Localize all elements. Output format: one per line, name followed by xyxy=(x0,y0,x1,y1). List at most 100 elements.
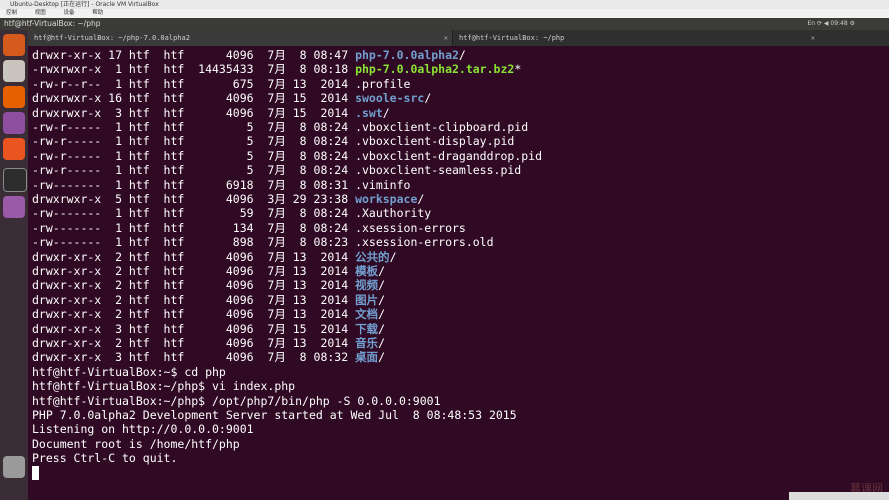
file-name: .vboxclient-clipboard.pid xyxy=(355,120,529,134)
ubuntu-dash-icon[interactable] xyxy=(3,34,25,56)
terminal-tab-bar: htf@htf-VirtualBox: ~/php-7.0.0alpha2 ✕ … xyxy=(28,30,889,46)
listing-row: drwxr-xr-x 3 htf htf 4096 7月 8 08:32 桌面/ xyxy=(32,350,385,364)
listing-row: -rw-r----- 1 htf htf 5 7月 8 08:24 .vboxc… xyxy=(32,149,542,163)
tab-php-alpha[interactable]: htf@htf-VirtualBox: ~/php-7.0.0alpha2 ✕ xyxy=(28,30,453,46)
listing-row: -rw------- 1 htf htf 134 7月 8 08:24 .xse… xyxy=(32,221,466,235)
file-suffix: / xyxy=(417,192,425,206)
terminal-line: Document root is /home/htf/php xyxy=(32,436,240,451)
file-name: .swt xyxy=(355,105,383,120)
software-center-icon[interactable] xyxy=(3,138,25,160)
terminal-line: htf@htf-VirtualBox:~/php$ /opt/php7/bin/… xyxy=(32,393,441,408)
listing-meta: -rw------- 1 htf htf 6918 7月 8 08:31 xyxy=(32,177,356,192)
listing-row: -rw-r----- 1 htf htf 5 7月 8 08:24 .vboxc… xyxy=(32,163,521,177)
listing-meta: -rw-r----- 1 htf htf 5 7月 8 08:24 xyxy=(32,163,356,178)
app-icon[interactable] xyxy=(3,112,25,134)
file-suffix: / xyxy=(378,278,385,293)
tab-label: htf@htf-VirtualBox: ~/php-7.0.0alpha2 xyxy=(34,34,190,42)
unity-launcher xyxy=(0,30,28,500)
listing-meta: drwxr-xr-x 2 htf htf 4096 7月 13 2014 xyxy=(32,307,356,322)
file-name: 模板 xyxy=(355,264,379,278)
listing-meta: drwxr-xr-x 2 htf htf 4096 7月 13 2014 xyxy=(32,292,356,307)
close-icon[interactable]: ✕ xyxy=(444,30,448,46)
listing-meta: drwxr-xr-x 2 htf htf 4096 7月 13 2014 xyxy=(32,336,356,350)
file-name: 图片 xyxy=(355,292,379,307)
listing-row: -rw------- 1 htf htf 898 7月 8 08:23 .xse… xyxy=(32,235,494,249)
listing-meta: -rw-r----- 1 htf htf 5 7月 8 08:24 xyxy=(32,120,356,134)
file-name: .viminfo xyxy=(355,177,411,192)
files-icon[interactable] xyxy=(3,60,25,82)
file-name: .xsession-errors.old xyxy=(355,235,494,250)
file-name: php-7.0.0alpha2.tar.bz2 xyxy=(355,62,515,77)
file-suffix: / xyxy=(389,249,397,264)
listing-row: drwxr-xr-x 2 htf htf 4096 7月 13 2014 公共的… xyxy=(32,250,397,264)
listing-row: drwxrwxr-x 16 htf htf 4096 7月 15 2014 sw… xyxy=(32,91,431,105)
listing-row: drwxr-xr-x 2 htf htf 4096 7月 13 2014 文档/ xyxy=(32,307,385,321)
listing-row: drwxrwxr-x 5 htf htf 4096 3月 29 23:38 wo… xyxy=(32,192,424,206)
listing-meta: drwxr-xr-x 3 htf htf 4096 7月 15 2014 xyxy=(32,321,356,336)
listing-meta: -rw------- 1 htf htf 134 7月 8 08:24 xyxy=(32,220,356,235)
file-suffix: / xyxy=(382,105,390,120)
virtualbox-menubar: 控制 视图 设备 帮助 xyxy=(0,9,889,18)
tab-label: htf@htf-VirtualBox: ~/php xyxy=(459,34,565,42)
file-suffix: * xyxy=(514,62,522,77)
terminal-window-titlebar: htf@htf-VirtualBox: ~/php En ⟳ ◀ 09:48 ⚙ xyxy=(0,18,889,30)
listing-row: -rw------- 1 htf htf 6918 7月 8 08:31 .vi… xyxy=(32,178,410,192)
listing-meta: drwxr-xr-x 2 htf htf 4096 7月 13 2014 xyxy=(32,249,356,264)
listing-row: drwxr-xr-x 2 htf htf 4096 7月 13 2014 视频/ xyxy=(32,278,385,292)
listing-row: drwxr-xr-x 2 htf htf 4096 7月 13 2014 音乐/ xyxy=(32,336,385,350)
tab-php[interactable]: htf@htf-VirtualBox: ~/php ✕ xyxy=(453,30,819,46)
menu-control[interactable]: 控制 xyxy=(6,10,17,16)
close-icon[interactable]: ✕ xyxy=(811,30,815,46)
listing-meta: -rw------- 1 htf htf 59 7月 8 08:24 xyxy=(32,206,356,221)
file-name: .vboxclient-seamless.pid xyxy=(355,163,522,178)
trash-icon[interactable] xyxy=(3,456,25,478)
file-suffix: / xyxy=(458,48,466,62)
listing-meta: drwxr-xr-x 2 htf htf 4096 7月 13 2014 xyxy=(32,278,356,293)
file-suffix: / xyxy=(424,91,432,106)
listing-row: -rw-r----- 1 htf htf 5 7月 8 08:24 .vboxc… xyxy=(32,134,514,148)
terminal-line: htf@htf-VirtualBox:~/php$ vi index.php xyxy=(32,379,296,394)
file-name: php-7.0.0alpha2 xyxy=(355,48,459,62)
file-name: 公共的 xyxy=(355,249,390,264)
terminal-output[interactable]: drwxr-xr-x 17 htf htf 4096 7月 8 08:47 ph… xyxy=(28,46,889,500)
listing-row: -rwxrwxr-x 1 htf htf 14435433 7月 8 08:18… xyxy=(32,62,521,76)
file-name: 音乐 xyxy=(355,336,379,350)
file-name: 视频 xyxy=(355,278,379,293)
listing-meta: drwxr-xr-x 3 htf htf 4096 7月 8 08:32 xyxy=(32,350,356,365)
listing-meta: drwxrwxr-x 16 htf htf 4096 7月 15 2014 xyxy=(32,91,356,106)
file-suffix: / xyxy=(378,264,385,278)
listing-meta: drwxr-xr-x 2 htf htf 4096 7月 13 2014 xyxy=(32,264,356,278)
file-name: .xsession-errors xyxy=(355,220,466,235)
listing-row: drwxr-xr-x 3 htf htf 4096 7月 15 2014 下载/ xyxy=(32,322,385,336)
file-suffix: / xyxy=(378,292,385,307)
listing-row: drwxr-xr-x 17 htf htf 4096 7月 8 08:47 ph… xyxy=(32,48,466,62)
firefox-icon[interactable] xyxy=(3,86,25,108)
window-title: htf@htf-VirtualBox: ~/php xyxy=(4,19,101,28)
file-name: workspace xyxy=(355,192,418,206)
listing-meta: drwxrwxr-x 5 htf htf 4096 3月 29 23:38 xyxy=(32,192,356,206)
listing-meta: -rw------- 1 htf htf 898 7月 8 08:23 xyxy=(32,235,356,250)
listing-meta: -rwxrwxr-x 1 htf htf 14435433 7月 8 08:18 xyxy=(32,62,356,77)
listing-meta: drwxrwxr-x 3 htf htf 4096 7月 15 2014 xyxy=(32,105,356,120)
listing-row: -rw------- 1 htf htf 59 7月 8 08:24 .Xaut… xyxy=(32,206,431,220)
text-cursor xyxy=(32,465,39,480)
file-name: .vboxclient-display.pid xyxy=(355,134,515,149)
panel-indicators[interactable]: En ⟳ ◀ 09:48 ⚙ xyxy=(807,18,855,30)
listing-meta: -rw-r----- 1 htf htf 5 7月 8 08:24 xyxy=(32,134,356,149)
file-name: 文档 xyxy=(355,307,379,322)
file-name: .vboxclient-draganddrop.pid xyxy=(355,148,542,163)
file-name: .Xauthority xyxy=(355,206,432,221)
virtualbox-title: Ubuntu-Desktop [正在运行] - Oracle VM Virtua… xyxy=(10,1,159,8)
listing-row: drwxr-xr-x 2 htf htf 4096 7月 13 2014 图片/ xyxy=(32,293,385,307)
listing-meta: -rw-r----- 1 htf htf 5 7月 8 08:24 xyxy=(32,148,356,163)
file-suffix: / xyxy=(378,307,385,322)
listing-row: -rw-r--r-- 1 htf htf 675 7月 13 2014 .pro… xyxy=(32,77,410,91)
terminal-icon[interactable] xyxy=(3,168,27,192)
menu-view[interactable]: 视图 xyxy=(35,10,46,16)
app2-icon[interactable] xyxy=(3,196,25,218)
listing-meta: drwxr-xr-x 17 htf htf 4096 7月 8 08:47 xyxy=(32,48,356,62)
menu-help[interactable]: 帮助 xyxy=(92,10,103,16)
terminal-line: Press Ctrl-C to quit. xyxy=(32,451,178,466)
listing-row: drwxr-xr-x 2 htf htf 4096 7月 13 2014 模板/ xyxy=(32,264,385,278)
menu-devices[interactable]: 设备 xyxy=(64,10,75,16)
